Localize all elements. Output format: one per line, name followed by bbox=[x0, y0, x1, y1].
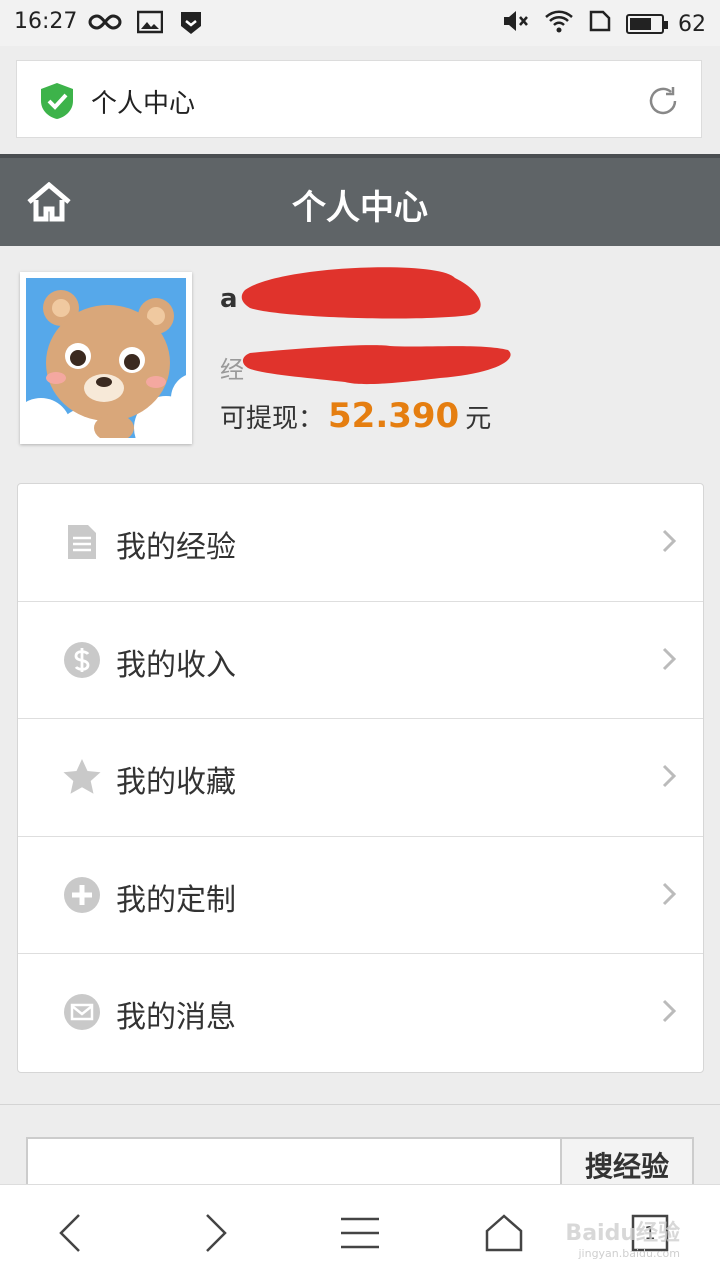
redaction-mark bbox=[242, 345, 511, 385]
url-bar[interactable]: 个人中心 bbox=[16, 60, 702, 138]
chevron-right-icon bbox=[661, 998, 677, 1028]
infinity-icon bbox=[88, 10, 122, 40]
refresh-icon[interactable] bbox=[643, 81, 683, 125]
menu-item-my-messages[interactable]: 我的消息 bbox=[18, 954, 703, 1072]
plus-circle-icon bbox=[62, 875, 102, 915]
menu-item-my-income[interactable]: 我的收入 bbox=[18, 602, 703, 720]
search-area: 搜经验 bbox=[0, 1104, 720, 1197]
menu-item-my-experience[interactable]: 我的经验 bbox=[18, 484, 703, 602]
menu-icon[interactable] bbox=[336, 1209, 384, 1257]
mail-icon bbox=[62, 992, 102, 1032]
wifi-icon bbox=[544, 9, 574, 39]
star-icon bbox=[62, 757, 102, 797]
sim-icon bbox=[588, 9, 612, 39]
forward-icon[interactable] bbox=[192, 1209, 240, 1257]
page-header: 个人中心 bbox=[0, 154, 720, 246]
url-title: 个人中心 bbox=[91, 89, 196, 119]
withdraw-amount: 52.390 bbox=[328, 396, 460, 436]
back-icon[interactable] bbox=[46, 1209, 94, 1257]
menu-item-label: 我的消息 bbox=[116, 1000, 236, 1036]
watermark-url: jingyan.baidu.com bbox=[578, 1247, 680, 1260]
green-shield-check-icon bbox=[37, 81, 77, 125]
page-title: 个人中心 bbox=[292, 188, 428, 228]
user-name: a bbox=[220, 284, 238, 314]
withdraw-label: 可提现： bbox=[220, 404, 325, 434]
image-icon bbox=[136, 10, 164, 40]
battery-level: 62 bbox=[678, 11, 706, 37]
avatar[interactable] bbox=[20, 272, 192, 444]
withdraw-unit: 元 bbox=[465, 404, 492, 434]
mute-icon bbox=[502, 9, 530, 39]
home-icon[interactable] bbox=[480, 1209, 528, 1257]
menu-item-label: 我的经验 bbox=[116, 530, 236, 565]
dollar-icon bbox=[62, 640, 102, 680]
menu-item-label: 我的收藏 bbox=[116, 765, 236, 801]
battery-icon bbox=[626, 14, 668, 34]
menu-item-label: 我的收入 bbox=[116, 647, 236, 683]
chevron-right-icon bbox=[661, 763, 677, 793]
withdraw-balance: 可提现： 52.390 元 bbox=[220, 396, 491, 436]
chevron-right-icon bbox=[661, 646, 677, 676]
profile-card: a 经 可提现： 52.390 元 bbox=[0, 246, 720, 476]
shield-app-icon bbox=[179, 10, 203, 42]
document-icon bbox=[62, 522, 102, 562]
bear-avatar-image bbox=[26, 278, 186, 438]
menu-item-my-favorites[interactable]: 我的收藏 bbox=[18, 719, 703, 837]
menu-list: 我的经验 我的收入 我的收藏 我的定制 我的消息 bbox=[17, 483, 704, 1073]
chevron-right-icon bbox=[661, 881, 677, 911]
chevron-right-icon bbox=[661, 528, 677, 558]
browser-bottom-nav: 1 Baidu经验 jingyan.baidu.com bbox=[0, 1184, 720, 1281]
status-bar: 16:27 62 bbox=[0, 0, 720, 46]
menu-item-my-custom[interactable]: 我的定制 bbox=[18, 837, 703, 955]
redaction-mark bbox=[241, 267, 481, 319]
menu-item-label: 我的定制 bbox=[116, 882, 236, 918]
baidu-watermark: Baidu经验 bbox=[565, 1221, 680, 1246]
status-time: 16:27 bbox=[14, 9, 78, 34]
